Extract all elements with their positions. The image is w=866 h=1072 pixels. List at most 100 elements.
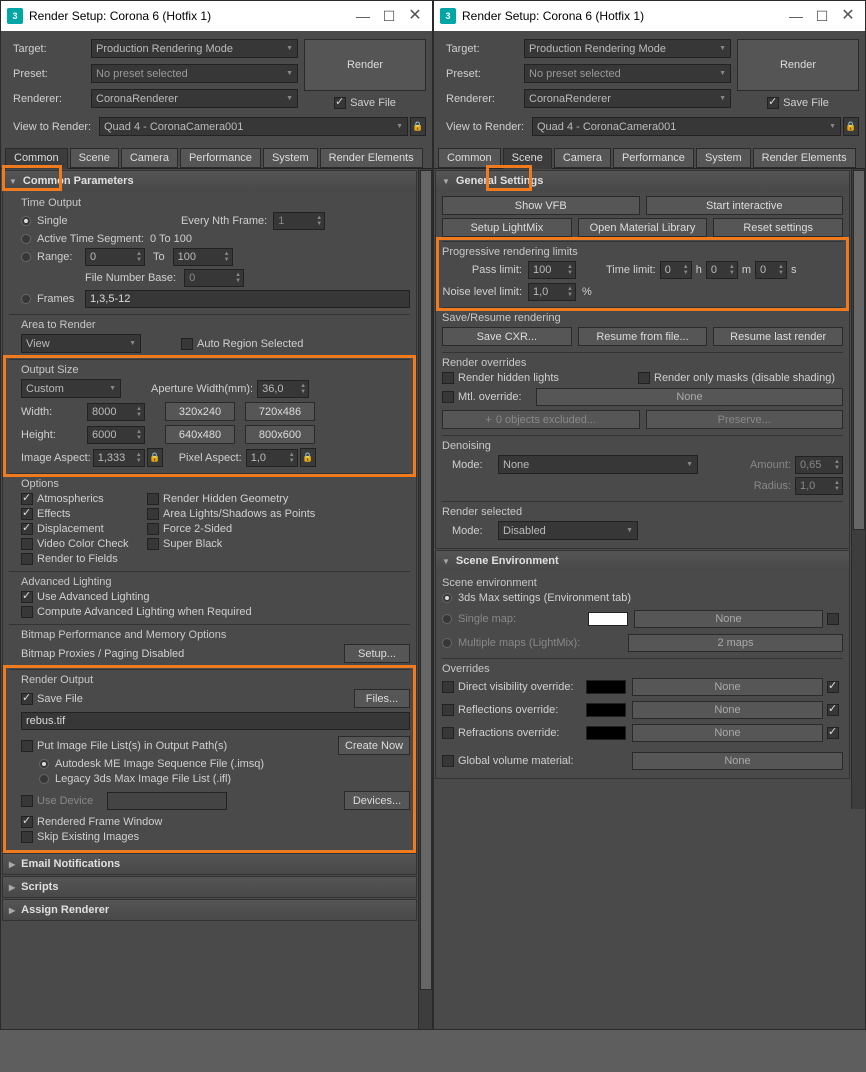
rom-check[interactable] bbox=[638, 372, 650, 384]
dvo-slot[interactable]: None bbox=[632, 678, 823, 696]
target-dropdown[interactable]: Production Rendering Mode▼ bbox=[91, 39, 298, 58]
preset-dropdown[interactable]: No preset selected▼ bbox=[524, 64, 731, 83]
height-spinner[interactable]: 6000▲▼ bbox=[87, 426, 145, 444]
tab-common[interactable]: Common bbox=[5, 148, 68, 169]
disp-check[interactable] bbox=[21, 523, 33, 535]
resume-file-button[interactable]: Resume from file... bbox=[578, 327, 708, 346]
save-cxr-button[interactable]: Save CXR... bbox=[442, 327, 572, 346]
show-vfb-button[interactable]: Show VFB bbox=[442, 196, 640, 215]
sb-check[interactable] bbox=[147, 538, 159, 550]
bitmap-setup-button[interactable]: Setup... bbox=[344, 644, 410, 663]
tab-scene[interactable]: Scene bbox=[70, 148, 119, 168]
output-path[interactable]: rebus.tif bbox=[21, 712, 410, 730]
pass-limit[interactable]: 100▲▼ bbox=[528, 261, 576, 279]
width-spinner[interactable]: 8000▲▼ bbox=[87, 403, 145, 421]
minimize-icon[interactable]: — bbox=[350, 4, 376, 28]
rfro-check2[interactable] bbox=[827, 727, 839, 739]
save-file-check2[interactable] bbox=[21, 693, 33, 705]
lock-icon[interactable]: 🔒 bbox=[843, 117, 859, 136]
radio-ifl[interactable] bbox=[39, 774, 49, 784]
use-al-check[interactable] bbox=[21, 591, 33, 603]
time-m[interactable]: 0▲▼ bbox=[706, 261, 738, 279]
use-device-check[interactable] bbox=[21, 795, 33, 807]
render-selected-mode[interactable]: Disabled▼ bbox=[498, 521, 638, 540]
auto-region-check[interactable] bbox=[181, 338, 193, 350]
lightmix-slot[interactable]: 2 maps bbox=[628, 634, 843, 652]
tab-system[interactable]: System bbox=[696, 148, 751, 168]
preserve-button[interactable]: Preserve... bbox=[646, 410, 844, 429]
save-file-check[interactable] bbox=[334, 97, 346, 109]
time-h[interactable]: 0▲▼ bbox=[660, 261, 692, 279]
renderer-dropdown[interactable]: CoronaRenderer▼ bbox=[524, 89, 731, 108]
area-dropdown[interactable]: View▼ bbox=[21, 334, 141, 353]
image-aspect[interactable]: 1,333▲▼ bbox=[93, 449, 145, 467]
range-to[interactable]: 100▲▼ bbox=[173, 248, 233, 266]
noise-limit[interactable]: 1,0▲▼ bbox=[528, 283, 576, 301]
rollout-general[interactable]: ▼General Settings bbox=[436, 171, 849, 191]
time-s[interactable]: 0▲▼ bbox=[755, 261, 787, 279]
radio-3dsmax-env[interactable] bbox=[442, 593, 452, 603]
radio-single[interactable] bbox=[21, 216, 31, 226]
preset-720x486[interactable]: 720x486 bbox=[245, 402, 315, 421]
tab-performance[interactable]: Performance bbox=[180, 148, 261, 168]
minimize-icon[interactable]: — bbox=[783, 4, 809, 28]
target-dropdown[interactable]: Production Rendering Mode▼ bbox=[524, 39, 731, 58]
view-dropdown[interactable]: Quad 4 - CoronaCamera001▼ bbox=[532, 117, 841, 136]
maximize-icon[interactable]: ☐ bbox=[376, 4, 402, 28]
rollout-scene-env[interactable]: ▼Scene Environment bbox=[436, 551, 849, 571]
gvm-slot[interactable]: None bbox=[632, 752, 843, 770]
start-interactive-button[interactable]: Start interactive bbox=[646, 196, 844, 215]
render-button[interactable]: Render bbox=[304, 39, 426, 91]
dvo-check[interactable] bbox=[442, 681, 454, 693]
tab-elements[interactable]: Render Elements bbox=[320, 148, 423, 168]
rfo-swatch[interactable] bbox=[586, 703, 626, 717]
maximize-icon[interactable]: ☐ bbox=[809, 4, 835, 28]
rollout-scripts[interactable]: ▶Scripts bbox=[3, 877, 416, 897]
f2s-check[interactable] bbox=[147, 523, 159, 535]
single-map-check[interactable] bbox=[827, 613, 839, 625]
pixel-aspect[interactable]: 1,0▲▼ bbox=[246, 449, 298, 467]
mtl-override-check[interactable] bbox=[442, 391, 454, 403]
nth-spinner[interactable]: 1▲▼ bbox=[273, 212, 325, 230]
preset-320x240[interactable]: 320x240 bbox=[165, 402, 235, 421]
tab-performance[interactable]: Performance bbox=[613, 148, 694, 168]
lightmix-button[interactable]: Setup LightMix bbox=[442, 218, 572, 237]
frames-input[interactable]: 1,3,5-12 bbox=[85, 290, 410, 308]
rhl-check[interactable] bbox=[442, 372, 454, 384]
radio-lightmix[interactable] bbox=[442, 638, 452, 648]
comp-al-check[interactable] bbox=[21, 606, 33, 618]
denoise-amount[interactable]: 0,65▲▼ bbox=[795, 456, 843, 474]
gvm-check[interactable] bbox=[442, 755, 454, 767]
sei-check[interactable] bbox=[21, 831, 33, 843]
renderer-dropdown[interactable]: CoronaRenderer▼ bbox=[91, 89, 298, 108]
alp-check[interactable] bbox=[147, 508, 159, 520]
scrollbar[interactable] bbox=[418, 169, 432, 1029]
rfro-slot[interactable]: None bbox=[632, 724, 823, 742]
rollout-email[interactable]: ▶Email Notifications bbox=[3, 854, 416, 874]
rfw-check[interactable] bbox=[21, 816, 33, 828]
output-size-dropdown[interactable]: Custom▼ bbox=[21, 379, 121, 398]
radio-active[interactable] bbox=[21, 234, 31, 244]
file-number-base[interactable]: 0▲▼ bbox=[184, 269, 244, 287]
close-icon[interactable]: ✕ bbox=[402, 4, 428, 28]
tab-system[interactable]: System bbox=[263, 148, 318, 168]
rollout-common[interactable]: ▼Common Parameters bbox=[3, 171, 416, 191]
tab-common[interactable]: Common bbox=[438, 148, 501, 168]
aperture-spinner[interactable]: 36,0▲▼ bbox=[257, 380, 309, 398]
rfro-check[interactable] bbox=[442, 727, 454, 739]
devices-button[interactable]: Devices... bbox=[344, 791, 410, 810]
save-file-check[interactable] bbox=[767, 97, 779, 109]
dvo-swatch[interactable] bbox=[586, 680, 626, 694]
open-matlib-button[interactable]: Open Material Library bbox=[578, 218, 708, 237]
rfo-check2[interactable] bbox=[827, 704, 839, 716]
objects-excluded[interactable]: +0 objects excluded... bbox=[442, 410, 640, 429]
radio-range[interactable] bbox=[21, 252, 31, 262]
preset-640x480[interactable]: 640x480 bbox=[165, 425, 235, 444]
effects-check[interactable] bbox=[21, 508, 33, 520]
radio-frames[interactable] bbox=[21, 294, 31, 304]
files-button[interactable]: Files... bbox=[354, 689, 410, 708]
vcc-check[interactable] bbox=[21, 538, 33, 550]
rfro-swatch[interactable] bbox=[586, 726, 626, 740]
put-check[interactable] bbox=[21, 740, 33, 752]
radio-imsq[interactable] bbox=[39, 759, 49, 769]
